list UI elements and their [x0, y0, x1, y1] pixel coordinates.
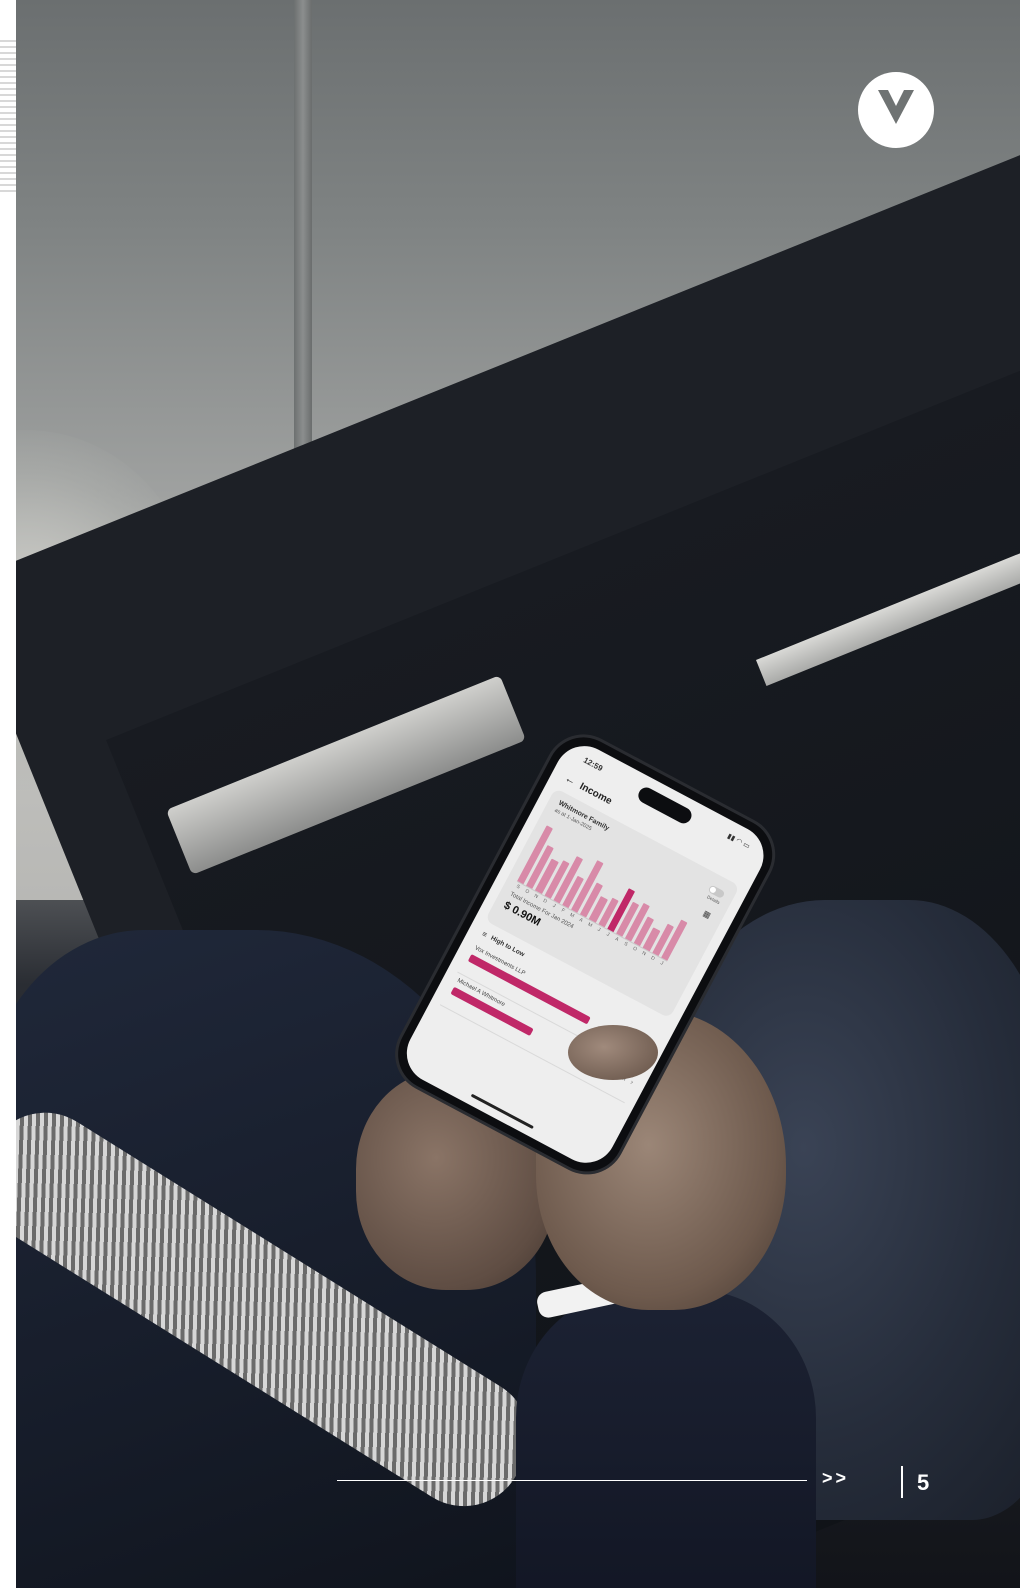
- status-time: 12:59: [581, 755, 605, 774]
- decorative-stripes: [0, 40, 16, 196]
- sort-icon: ≡: [480, 929, 489, 940]
- right-sleeve: [516, 1290, 816, 1588]
- footer-line: [337, 1480, 807, 1481]
- status-icons: ▮▮ ◠ ▭: [725, 832, 751, 851]
- left-margin-strip: [0, 0, 16, 1588]
- back-arrow-icon[interactable]: ←: [563, 772, 578, 788]
- page-number: 5: [917, 1470, 930, 1495]
- footer-divider: [901, 1466, 903, 1498]
- background-photo: [16, 0, 1020, 1588]
- chevron-right-icon: ›: [628, 1079, 635, 1087]
- thumb: [568, 1025, 658, 1080]
- v-logo-icon: [858, 72, 934, 148]
- page: 12:59 ▮▮ ◠ ▭ ← Income Whitmore Family as…: [0, 0, 1020, 1588]
- filter-icon[interactable]: ▦: [701, 909, 712, 920]
- next-page-arrows[interactable]: >>: [822, 1468, 849, 1489]
